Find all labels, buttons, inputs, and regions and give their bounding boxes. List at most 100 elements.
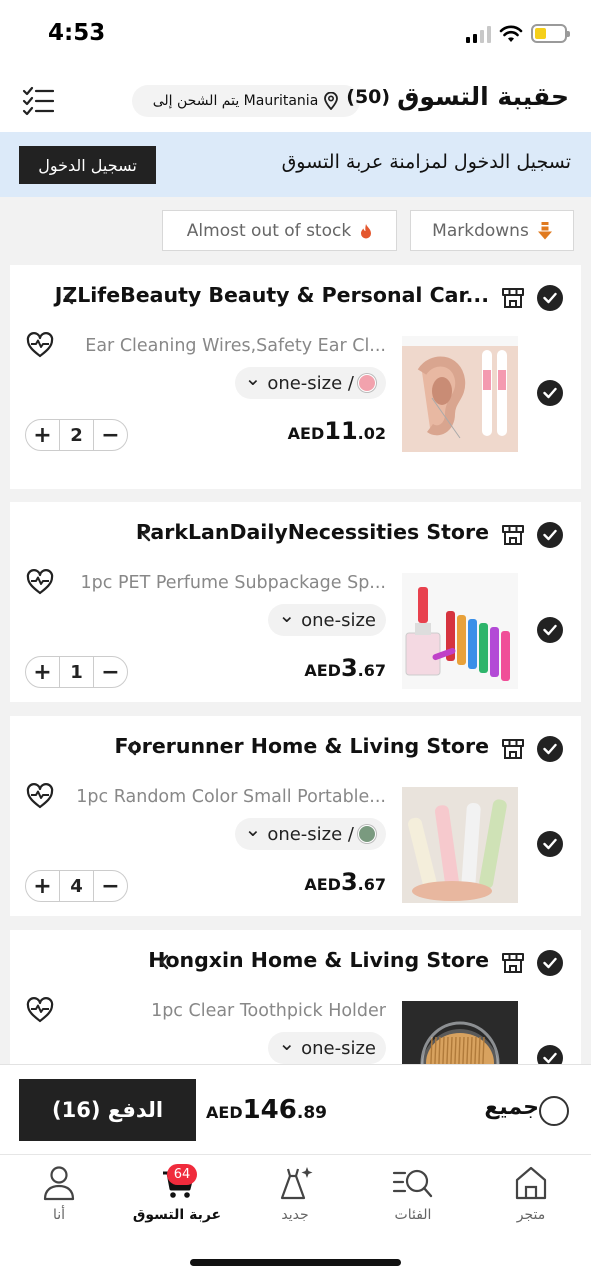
variant-label: one-size / <box>267 372 354 394</box>
chevron-down-icon: ⌄ <box>278 603 296 627</box>
item-checkbox[interactable] <box>537 380 563 406</box>
variant-selector[interactable]: ⌄ one-size / <box>234 817 386 850</box>
variant-label: one-size <box>301 1037 376 1059</box>
price-currency: AED <box>304 661 341 680</box>
chevron-left-icon <box>64 289 74 305</box>
nav-label: عربة التسوق <box>132 1207 222 1223</box>
home-icon <box>515 1166 547 1200</box>
store-name[interactable]: ParkLanDailyNecessities Store <box>136 520 489 544</box>
price-decimal: .02 <box>357 424 386 443</box>
arrow-down-icon <box>537 221 552 239</box>
select-all-label: جميع <box>484 1095 539 1120</box>
store-name[interactable]: Hongxin Home & Living Store <box>148 948 489 972</box>
quantity-stepper: +4− <box>25 870 128 902</box>
store-checkbox[interactable] <box>537 285 563 311</box>
flame-icon <box>361 223 372 238</box>
product-title[interactable]: 1pc Random Color Small Portable... <box>76 787 386 807</box>
login-banner: تسجيل الدخول تسجيل الدخول لمزامنة عربة ا… <box>0 132 591 197</box>
quantity-minus-button[interactable]: − <box>94 657 127 687</box>
quantity-value: 4 <box>59 871 94 901</box>
store-icon <box>502 525 524 545</box>
page-title-text: حقيبة التسوق <box>397 82 569 111</box>
product-price: AED3.67 <box>304 654 386 682</box>
filter-almost-out-of-stock[interactable]: Almost out of stock <box>162 210 397 251</box>
product-title[interactable]: 1pc Clear Toothpick Holder <box>151 1001 386 1021</box>
nav-cart[interactable]: 64 عربة التسوق <box>127 1164 227 1223</box>
login-banner-text: تسجيل الدخول لمزامنة عربة التسوق <box>281 151 571 173</box>
categories-search-icon <box>392 1169 433 1198</box>
chevron-down-icon: ⌄ <box>244 366 262 390</box>
product-image[interactable] <box>402 573 518 689</box>
store-header[interactable]: ParkLanDailyNecessities Store <box>10 520 581 550</box>
store-header[interactable]: JZLifeBeauty Beauty & Personal Car... <box>10 283 581 313</box>
quantity-plus-button[interactable]: + <box>26 871 59 901</box>
variant-selector[interactable]: ⌄ one-size <box>268 604 386 636</box>
nav-label: جديد <box>281 1207 309 1223</box>
quantity-value: 2 <box>59 420 94 450</box>
store-card: Forerunner Home & Living Store 1pc Random… <box>10 716 581 916</box>
variant-selector[interactable]: ⌄ one-size <box>268 1032 386 1064</box>
store-name[interactable]: JZLifeBeauty Beauty & Personal Car... <box>55 283 489 307</box>
price-integer: 3 <box>340 654 358 682</box>
total-decimal: .89 <box>296 1103 327 1123</box>
store-card: ParkLanDailyNecessities Store 1pc PET Per… <box>10 502 581 702</box>
nav-new[interactable]: جديد <box>245 1165 345 1223</box>
status-icons <box>466 24 570 43</box>
checkout-bar: الدفع (16) AED146.89 جميع <box>0 1064 591 1154</box>
checklist-menu-icon[interactable] <box>22 86 54 116</box>
store-checkbox[interactable] <box>537 736 563 762</box>
quantity-minus-button[interactable]: − <box>94 871 127 901</box>
store-header[interactable]: Forerunner Home & Living Store <box>10 734 581 764</box>
color-swatch <box>358 374 376 392</box>
store-checkbox[interactable] <box>537 950 563 976</box>
store-icon <box>502 288 524 308</box>
wishlist-heart-icon[interactable] <box>25 331 55 359</box>
nav-label: الفئات <box>394 1207 432 1223</box>
product-price: AED3.67 <box>304 868 386 896</box>
wishlist-heart-icon[interactable] <box>25 996 55 1024</box>
store-card: JZLifeBeauty Beauty & Personal Car... Ear… <box>10 265 581 489</box>
quantity-plus-button[interactable]: + <box>26 657 59 687</box>
wishlist-heart-icon[interactable] <box>25 568 55 596</box>
filter-label: Almost out of stock <box>186 220 352 241</box>
price-integer: 3 <box>340 868 358 896</box>
store-checkbox[interactable] <box>537 522 563 548</box>
product-title[interactable]: Ear Cleaning Wires,Safety Ear Cl... <box>85 336 386 356</box>
login-button[interactable]: تسجيل الدخول <box>19 146 156 184</box>
filter-label: Markdowns <box>432 220 529 241</box>
select-all-radio[interactable] <box>539 1096 569 1126</box>
variant-selector[interactable]: ⌄ one-size / <box>234 366 386 399</box>
chevron-down-icon: ⌄ <box>244 817 262 841</box>
color-swatch <box>358 825 376 843</box>
item-checkbox[interactable] <box>537 617 563 643</box>
shipping-location-pill[interactable]: يتم الشحن إلى Mauritania <box>132 85 360 117</box>
price-currency: AED <box>287 424 325 443</box>
product-image[interactable] <box>402 787 518 903</box>
header: يتم الشحن إلى Mauritania حقيبة التسوق (5… <box>0 70 591 132</box>
product-title[interactable]: 1pc PET Perfume Subpackage Sp... <box>81 573 386 593</box>
store-header[interactable]: Hongxin Home & Living Store <box>10 948 581 978</box>
nav-shop[interactable]: متجر <box>481 1165 581 1223</box>
wifi-icon <box>499 25 523 42</box>
price-decimal: .67 <box>357 661 386 680</box>
filter-markdowns[interactable]: Markdowns <box>410 210 574 251</box>
nav-label: متجر <box>516 1207 546 1223</box>
quantity-value: 1 <box>59 657 94 687</box>
store-name[interactable]: Forerunner Home & Living Store <box>114 734 489 758</box>
home-indicator <box>190 1259 401 1266</box>
chevron-left-icon <box>159 954 169 970</box>
signal-icon <box>466 25 491 43</box>
store-icon <box>502 739 524 759</box>
total-currency: AED <box>206 1103 243 1122</box>
product-image[interactable] <box>402 336 518 452</box>
nav-me[interactable]: أنا <box>9 1165 109 1223</box>
quantity-plus-button[interactable]: + <box>26 420 59 450</box>
wishlist-heart-icon[interactable] <box>25 782 55 810</box>
chevron-down-icon: ⌄ <box>278 1031 296 1055</box>
price-currency: AED <box>304 875 341 894</box>
nav-categories[interactable]: الفئات <box>363 1165 463 1223</box>
variant-label: one-size / <box>267 823 354 845</box>
quantity-minus-button[interactable]: − <box>94 420 127 450</box>
item-checkbox[interactable] <box>537 831 563 857</box>
checkout-button[interactable]: الدفع (16) <box>19 1079 196 1141</box>
